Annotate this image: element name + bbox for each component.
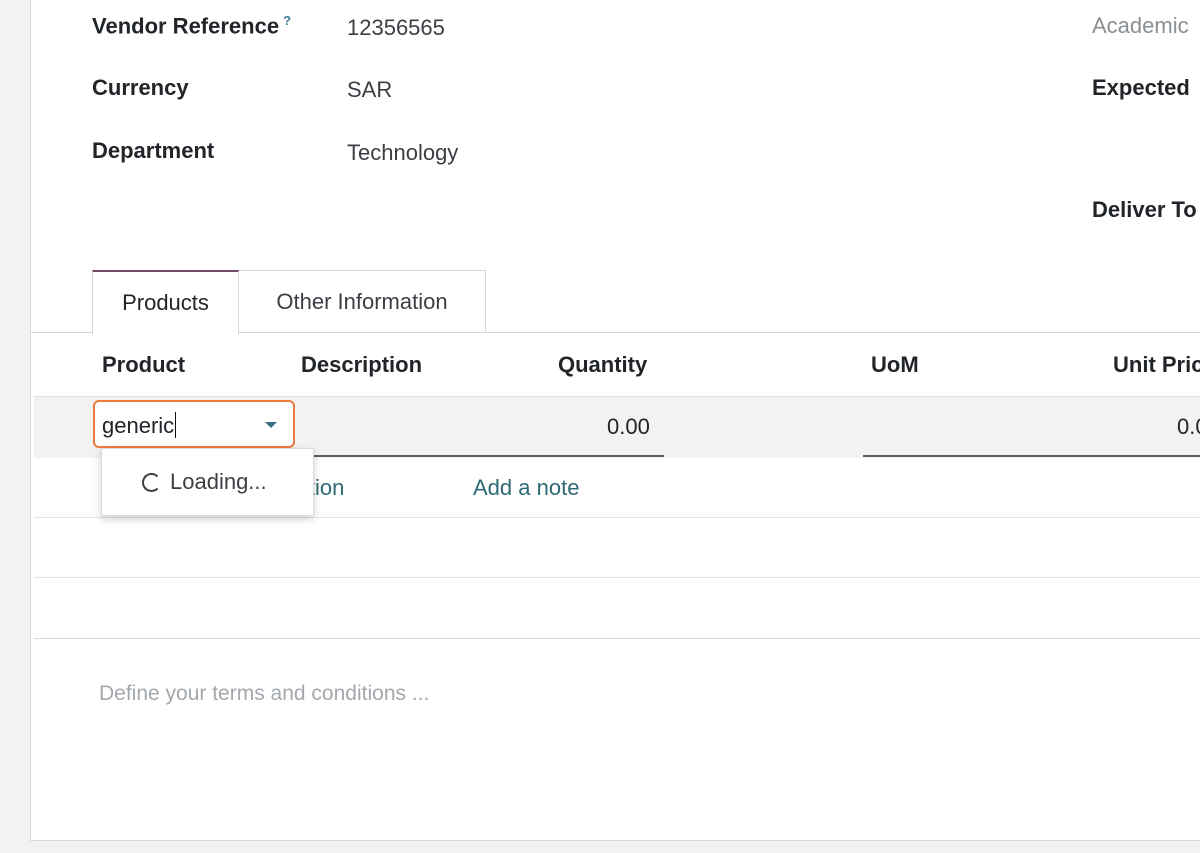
product-input-value: generic	[102, 413, 175, 438]
text-cursor	[175, 412, 177, 438]
add-note-link[interactable]: Add a note	[473, 475, 579, 501]
uom-underline	[863, 455, 1200, 457]
row-divider	[34, 577, 1200, 578]
unit-price-field[interactable]: 0.00	[1177, 414, 1200, 440]
terms-conditions-field[interactable]: Define your terms and conditions ...	[99, 682, 429, 706]
academic-label: Academic	[1092, 13, 1189, 38]
column-header-unit-price[interactable]: Unit Price	[1113, 352, 1200, 378]
help-icon[interactable]: ?	[283, 13, 291, 28]
caret-down-icon[interactable]	[265, 422, 277, 428]
column-header-description[interactable]: Description	[301, 352, 422, 378]
currency-value[interactable]: SAR	[347, 77, 392, 103]
expected-label: Expected	[1092, 75, 1190, 100]
column-header-product[interactable]: Product	[102, 352, 185, 378]
autocomplete-dropdown: Loading...	[101, 448, 314, 516]
column-header-quantity[interactable]: Quantity	[558, 352, 647, 378]
row-divider	[34, 517, 1200, 518]
tab-other-information[interactable]: Other Information	[238, 270, 486, 332]
table-bottom-divider	[34, 638, 1200, 639]
vendor-reference-label: Vendor Reference?	[92, 13, 292, 39]
quantity-underline	[301, 455, 664, 457]
quantity-field[interactable]: 0.00	[607, 414, 650, 440]
purchase-order-form: Vendor Reference? 12356565 Currency SAR …	[30, 0, 1200, 841]
column-header-uom[interactable]: UoM	[871, 352, 919, 378]
currency-label: Currency	[92, 75, 189, 100]
department-value[interactable]: Technology	[347, 140, 458, 166]
loading-text: Loading...	[170, 469, 267, 494]
deliver-to-label: Deliver To	[1092, 197, 1197, 222]
tab-products[interactable]: Products	[92, 270, 239, 334]
product-input[interactable]: generic	[93, 400, 295, 448]
spinner-icon	[142, 473, 161, 492]
department-label: Department	[92, 138, 215, 163]
vendor-reference-value[interactable]: 12356565	[347, 15, 445, 41]
